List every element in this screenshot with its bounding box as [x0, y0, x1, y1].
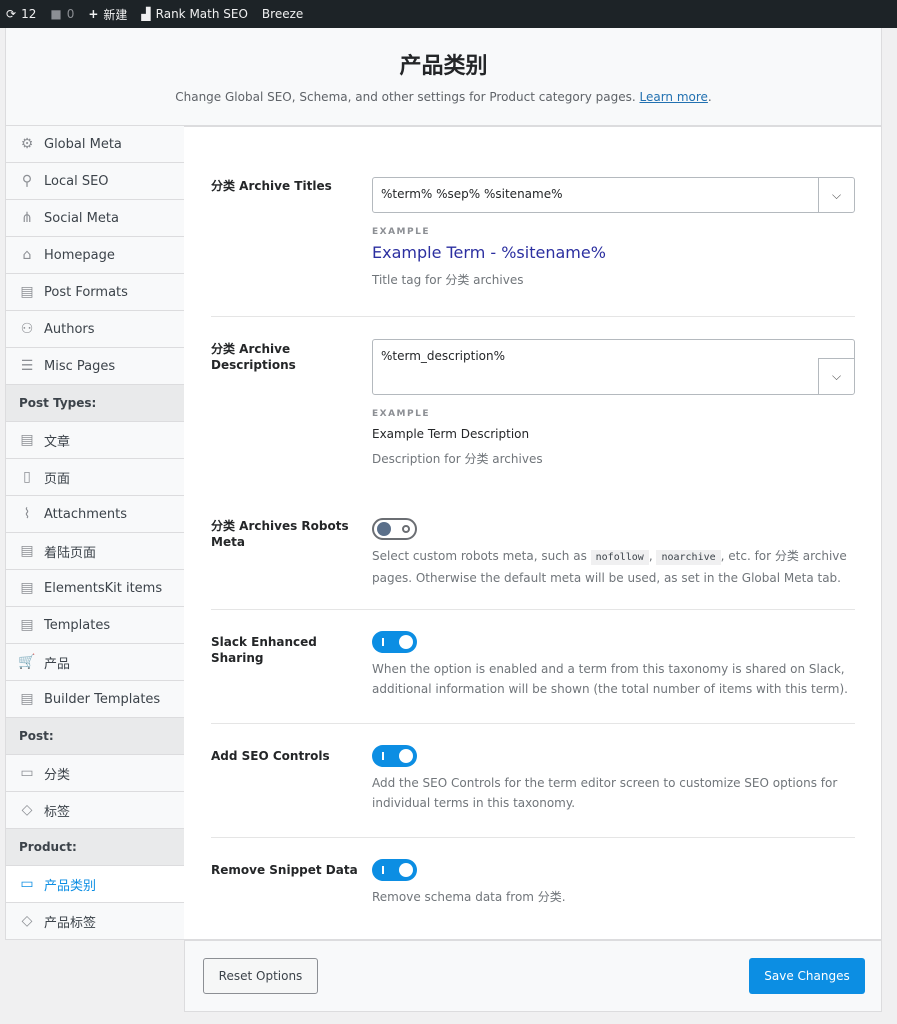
- sidebar-item[interactable]: ▤ 着陆页面: [6, 533, 185, 570]
- sidebar-item-label: Product:: [19, 840, 77, 854]
- sidebar-item[interactable]: ☰ Misc Pages: [6, 348, 185, 385]
- admin-bar: ⟳ 12 ■ 0 + 新建 ▟ Rank Math SEO Breeze: [0, 0, 897, 28]
- archive-descriptions-textarea[interactable]: %term_description% ⌵: [372, 339, 855, 395]
- sidebar-icon: ⌂: [22, 247, 32, 263]
- chevron-down-icon[interactable]: ⌵: [818, 178, 854, 212]
- sidebar-item-label: ElementsKit items: [44, 580, 163, 596]
- rankmath-icon: ▟: [141, 7, 151, 21]
- sidebar-item[interactable]: ▭ 分类: [6, 755, 185, 792]
- sidebar-item-label: 产品类别: [44, 878, 97, 894]
- sidebar-icon: ☰: [20, 358, 34, 374]
- sidebar-item-label: Attachments: [44, 506, 127, 522]
- sidebar-item-label: 分类: [44, 767, 71, 783]
- sidebar-item[interactable]: ▤ ElementsKit items: [6, 570, 185, 607]
- sidebar-item-label: Post:: [19, 729, 54, 743]
- sidebar-item-label: 产品: [44, 656, 71, 672]
- seo-controls-row: Add SEO Controls Add the SEO Controls fo…: [211, 724, 855, 838]
- archive-descriptions-row: 分类 Archive Descriptions %term_descriptio…: [211, 317, 855, 497]
- sidebar-item[interactable]: ▤ 文章: [6, 422, 185, 459]
- sidebar-icon: ◇: [21, 913, 33, 929]
- slack-sharing-row: Slack Enhanced Sharing When the option i…: [211, 610, 855, 724]
- sidebar-icon: ◇: [21, 802, 33, 818]
- snippet-data-toggle[interactable]: [372, 859, 417, 881]
- sidebar-icon: ⋔: [21, 210, 33, 226]
- sidebar-item[interactable]: ▤ Templates: [6, 607, 185, 644]
- sidebar-icon: ▤: [20, 617, 34, 633]
- sidebar-icon: ⌇: [23, 506, 31, 522]
- sidebar-item[interactable]: ▤ Post Formats: [6, 274, 185, 311]
- sidebar-icon: ▭: [20, 876, 34, 892]
- sidebar-item-label: Global Meta: [44, 136, 122, 152]
- sidebar-icon: ⚇: [20, 321, 34, 337]
- sidebar-item-label: Post Types:: [19, 396, 97, 410]
- robots-meta-row: 分类 Archives Robots Meta Select custom ro…: [211, 497, 855, 610]
- sidebar-icon: ▭: [20, 765, 34, 781]
- plus-icon: +: [88, 7, 99, 21]
- sidebar-item-label: Templates: [44, 617, 111, 633]
- comment-icon: ■: [50, 7, 62, 21]
- sidebar-item[interactable]: ⚇ Authors: [6, 311, 185, 348]
- sidebar-item-label: Builder Templates: [44, 691, 161, 707]
- comments-link[interactable]: ■ 0: [50, 7, 74, 21]
- sidebar-item[interactable]: 🛒 产品: [6, 644, 185, 681]
- learn-more-link[interactable]: Learn more: [639, 90, 707, 104]
- sidebar-item[interactable]: ◇ 标签: [6, 792, 185, 829]
- reset-options-button[interactable]: Reset Options: [203, 958, 318, 994]
- sidebar-item[interactable]: ⌂ Homepage: [6, 237, 185, 274]
- sidebar-item[interactable]: ▭ 产品类别: [6, 866, 185, 903]
- new-link[interactable]: + 新建: [88, 6, 127, 23]
- sidebar-icon: ▯: [23, 469, 31, 485]
- breeze-link[interactable]: Breeze: [262, 7, 303, 21]
- sidebar-icon: ▤: [20, 580, 34, 596]
- robots-meta-toggle[interactable]: [372, 518, 417, 540]
- page-subtitle: Change Global SEO, Schema, and other set…: [175, 90, 712, 104]
- settings-sidebar: ⚙ Global Meta ⚲ Local SEO ⋔ Social Meta ⌂ Homep…: [5, 126, 185, 940]
- refresh-icon: ⟳: [6, 7, 17, 21]
- sidebar-section-header: Post Types:: [6, 385, 185, 422]
- settings-panel: 分类 Archive Titles %term% %sep% %sitename…: [184, 126, 882, 940]
- sidebar-item[interactable]: ▯ 页面: [6, 459, 185, 496]
- page-title: 产品类别: [399, 54, 488, 79]
- sidebar-icon: ▤: [20, 543, 34, 559]
- sidebar-icon: ▤: [20, 691, 34, 707]
- sidebar-item-label: 产品标签: [44, 915, 97, 931]
- sidebar-item[interactable]: ⋔ Social Meta: [6, 200, 185, 237]
- sidebar-item-label: 页面: [44, 471, 71, 487]
- save-changes-button[interactable]: Save Changes: [749, 958, 865, 994]
- sidebar-item-label: 文章: [44, 434, 71, 450]
- sidebar-item[interactable]: ⚲ Local SEO: [6, 163, 185, 200]
- sidebar-item[interactable]: ⌇ Attachments: [6, 496, 185, 533]
- archive-titles-row: 分类 Archive Titles %term% %sep% %sitename…: [211, 127, 855, 317]
- sidebar-item-label: Authors: [44, 321, 95, 337]
- sidebar-icon: ▤: [20, 432, 34, 448]
- sidebar-item-label: Homepage: [44, 247, 115, 263]
- sidebar-item-label: Misc Pages: [44, 358, 116, 374]
- page-header: 产品类别 Change Global SEO, Schema, and othe…: [5, 28, 882, 126]
- seo-controls-toggle[interactable]: [372, 745, 417, 767]
- archive-titles-input[interactable]: %term% %sep% %sitename% ⌵: [372, 177, 855, 213]
- settings-footer: Reset Options Save Changes: [184, 940, 882, 1012]
- sidebar-item[interactable]: ◇ 产品标签: [6, 903, 185, 940]
- sidebar-item[interactable]: ▤ Builder Templates: [6, 681, 185, 718]
- slack-sharing-toggle[interactable]: [372, 631, 417, 653]
- sidebar-section-header: Product:: [6, 829, 185, 866]
- sidebar-icon: 🛒: [18, 654, 36, 670]
- sidebar-section-header: Post:: [6, 718, 185, 755]
- sidebar-icon: ⚲: [21, 173, 33, 189]
- sidebar-item-label: 标签: [44, 804, 71, 820]
- sidebar-item-label: 着陆页面: [44, 545, 97, 561]
- sidebar-item[interactable]: ⚙ Global Meta: [6, 126, 185, 163]
- sidebar-item-label: Local SEO: [44, 173, 109, 189]
- sidebar-item-label: Social Meta: [44, 210, 119, 226]
- sidebar-icon: ⚙: [20, 136, 34, 152]
- rankmath-link[interactable]: ▟ Rank Math SEO: [141, 7, 248, 21]
- updates-link[interactable]: ⟳ 12: [6, 7, 36, 21]
- sidebar-item-label: Post Formats: [44, 284, 128, 300]
- title-example: Example Term - %sitename%: [372, 243, 606, 262]
- chevron-down-icon[interactable]: ⌵: [818, 358, 854, 394]
- snippet-data-row: Remove Snippet Data Remove schema data f…: [211, 838, 855, 938]
- sidebar-icon: ▤: [20, 284, 34, 300]
